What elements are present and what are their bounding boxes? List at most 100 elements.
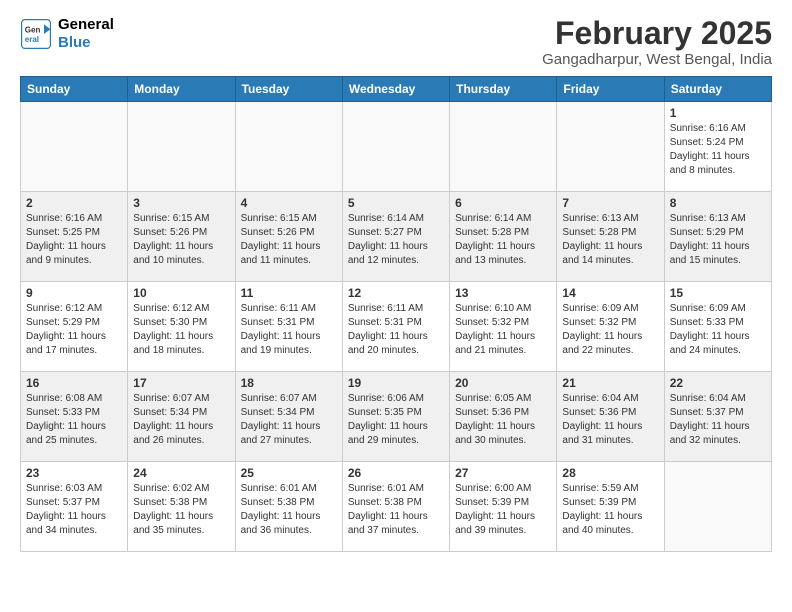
day-cell-27: 27Sunrise: 6:00 AM Sunset: 5:39 PM Dayli… (450, 462, 557, 552)
day-cell-16: 16 Sunrise: 6:08 AM Sunset: 5:33 PM Dayli… (21, 372, 128, 462)
day-number: 6 (455, 196, 551, 210)
day-number: 3 (133, 196, 229, 210)
svg-text:Gen: Gen (25, 25, 41, 34)
day-cell-25: 25 Sunrise: 6:01 AM Sunset: 5:38 PM Dayli… (235, 462, 342, 552)
day-number: 12 (348, 286, 444, 300)
day-cell-26: 26 Sunrise: 6:01 AM Sunset: 5:38 PM Dayli… (342, 462, 449, 552)
logo: Gen eral General Blue (20, 16, 114, 52)
empty-cell (235, 102, 342, 192)
day-number: 21 (562, 376, 658, 390)
day-number: 18 (241, 376, 337, 390)
calendar: SundayMondayTuesdayWednesdayThursdayFrid… (20, 76, 772, 552)
day-cell-15: 15 Sunrise: 6:09 AM Sunset: 5:33 PM Dayli… (664, 282, 771, 372)
day-info: Sunrise: 5:59 AM Sunset: 5:39 PM Dayligh… (562, 482, 658, 538)
day-info: Sunrise: 6:12 AM Sunset: 5:29 PM Dayligh… (26, 302, 122, 358)
day-cell-6: 6 Sunrise: 6:14 AM Sunset: 5:28 PM Daylig… (450, 192, 557, 282)
day-cell-21: 21Sunrise: 6:04 AM Sunset: 5:36 PM Dayli… (557, 372, 664, 462)
day-cell-9: 9 Sunrise: 6:12 AM Sunset: 5:29 PM Daylig… (21, 282, 128, 372)
weekday-header-friday: Friday (557, 77, 664, 102)
empty-cell (21, 102, 128, 192)
day-cell-1: 1Sunrise: 6:16 AM Sunset: 5:24 PM Daylig… (664, 102, 771, 192)
day-number: 7 (562, 196, 658, 210)
empty-cell (664, 462, 771, 552)
day-info: Sunrise: 6:01 AM Sunset: 5:38 PM Dayligh… (348, 482, 444, 538)
day-cell-5: 5 Sunrise: 6:14 AM Sunset: 5:27 PM Daylig… (342, 192, 449, 282)
day-number: 16 (26, 376, 122, 390)
day-number: 24 (133, 466, 229, 480)
weekday-header-sunday: Sunday (21, 77, 128, 102)
day-cell-3: 3 Sunrise: 6:15 AM Sunset: 5:26 PM Daylig… (128, 192, 235, 282)
week-row-5: 23Sunrise: 6:03 AM Sunset: 5:37 PM Dayli… (21, 462, 772, 552)
day-cell-17: 17 Sunrise: 6:07 AM Sunset: 5:34 PM Dayli… (128, 372, 235, 462)
day-cell-12: 12 Sunrise: 6:11 AM Sunset: 5:31 PM Dayli… (342, 282, 449, 372)
day-number: 2 (26, 196, 122, 210)
day-info: Sunrise: 6:10 AM Sunset: 5:32 PM Dayligh… (455, 302, 551, 358)
day-info: Sunrise: 6:00 AM Sunset: 5:39 PM Dayligh… (455, 482, 551, 538)
day-number: 9 (26, 286, 122, 300)
weekday-header-thursday: Thursday (450, 77, 557, 102)
day-info: Sunrise: 6:15 AM Sunset: 5:26 PM Dayligh… (241, 212, 337, 268)
day-cell-2: 2 Sunrise: 6:16 AM Sunset: 5:25 PM Daylig… (21, 192, 128, 282)
page-header: Gen eral General Blue February 2025 Gang… (20, 16, 772, 68)
day-number: 14 (562, 286, 658, 300)
svg-text:eral: eral (25, 35, 39, 44)
empty-cell (557, 102, 664, 192)
day-number: 22 (670, 376, 766, 390)
day-cell-24: 24 Sunrise: 6:02 AM Sunset: 5:38 PM Dayli… (128, 462, 235, 552)
week-row-4: 16 Sunrise: 6:08 AM Sunset: 5:33 PM Dayli… (21, 372, 772, 462)
day-info: Sunrise: 6:07 AM Sunset: 5:34 PM Dayligh… (133, 392, 229, 448)
day-cell-19: 19Sunrise: 6:06 AM Sunset: 5:35 PM Dayli… (342, 372, 449, 462)
day-info: Sunrise: 6:16 AM Sunset: 5:25 PM Dayligh… (26, 212, 122, 268)
day-cell-10: 10Sunrise: 6:12 AM Sunset: 5:30 PM Dayli… (128, 282, 235, 372)
day-info: Sunrise: 6:16 AM Sunset: 5:24 PM Dayligh… (670, 122, 766, 178)
day-number: 5 (348, 196, 444, 210)
day-info: Sunrise: 6:08 AM Sunset: 5:33 PM Dayligh… (26, 392, 122, 448)
day-number: 17 (133, 376, 229, 390)
logo-text: General Blue (58, 16, 114, 52)
day-number: 10 (133, 286, 229, 300)
day-number: 26 (348, 466, 444, 480)
day-info: Sunrise: 6:04 AM Sunset: 5:37 PM Dayligh… (670, 392, 766, 448)
weekday-header-tuesday: Tuesday (235, 77, 342, 102)
day-number: 15 (670, 286, 766, 300)
day-info: Sunrise: 6:11 AM Sunset: 5:31 PM Dayligh… (241, 302, 337, 358)
day-info: Sunrise: 6:01 AM Sunset: 5:38 PM Dayligh… (241, 482, 337, 538)
day-cell-11: 11 Sunrise: 6:11 AM Sunset: 5:31 PM Dayli… (235, 282, 342, 372)
day-info: Sunrise: 6:13 AM Sunset: 5:28 PM Dayligh… (562, 212, 658, 268)
day-info: Sunrise: 6:15 AM Sunset: 5:26 PM Dayligh… (133, 212, 229, 268)
week-row-3: 9 Sunrise: 6:12 AM Sunset: 5:29 PM Daylig… (21, 282, 772, 372)
day-number: 4 (241, 196, 337, 210)
logo-icon: Gen eral (20, 18, 52, 50)
day-cell-28: 28 Sunrise: 5:59 AM Sunset: 5:39 PM Dayli… (557, 462, 664, 552)
title-block: February 2025 Gangadharpur, West Bengal,… (542, 16, 772, 68)
location: Gangadharpur, West Bengal, India (542, 51, 772, 68)
day-number: 23 (26, 466, 122, 480)
day-info: Sunrise: 6:14 AM Sunset: 5:28 PM Dayligh… (455, 212, 551, 268)
day-number: 28 (562, 466, 658, 480)
empty-cell (128, 102, 235, 192)
day-number: 11 (241, 286, 337, 300)
day-cell-7: 7 Sunrise: 6:13 AM Sunset: 5:28 PM Daylig… (557, 192, 664, 282)
day-info: Sunrise: 6:09 AM Sunset: 5:33 PM Dayligh… (670, 302, 766, 358)
empty-cell (342, 102, 449, 192)
day-number: 25 (241, 466, 337, 480)
day-cell-4: 4 Sunrise: 6:15 AM Sunset: 5:26 PM Daylig… (235, 192, 342, 282)
day-cell-18: 18 Sunrise: 6:07 AM Sunset: 5:34 PM Dayli… (235, 372, 342, 462)
day-info: Sunrise: 6:11 AM Sunset: 5:31 PM Dayligh… (348, 302, 444, 358)
day-info: Sunrise: 6:14 AM Sunset: 5:27 PM Dayligh… (348, 212, 444, 268)
month-title: February 2025 (542, 16, 772, 51)
day-info: Sunrise: 6:07 AM Sunset: 5:34 PM Dayligh… (241, 392, 337, 448)
day-info: Sunrise: 6:13 AM Sunset: 5:29 PM Dayligh… (670, 212, 766, 268)
day-cell-23: 23Sunrise: 6:03 AM Sunset: 5:37 PM Dayli… (21, 462, 128, 552)
day-cell-20: 20 Sunrise: 6:05 AM Sunset: 5:36 PM Dayli… (450, 372, 557, 462)
day-number: 20 (455, 376, 551, 390)
day-number: 8 (670, 196, 766, 210)
day-info: Sunrise: 6:09 AM Sunset: 5:32 PM Dayligh… (562, 302, 658, 358)
week-row-2: 2 Sunrise: 6:16 AM Sunset: 5:25 PM Daylig… (21, 192, 772, 282)
day-cell-14: 14 Sunrise: 6:09 AM Sunset: 5:32 PM Dayli… (557, 282, 664, 372)
day-info: Sunrise: 6:05 AM Sunset: 5:36 PM Dayligh… (455, 392, 551, 448)
day-number: 19 (348, 376, 444, 390)
weekday-header-saturday: Saturday (664, 77, 771, 102)
day-info: Sunrise: 6:02 AM Sunset: 5:38 PM Dayligh… (133, 482, 229, 538)
weekday-header-row: SundayMondayTuesdayWednesdayThursdayFrid… (21, 77, 772, 102)
